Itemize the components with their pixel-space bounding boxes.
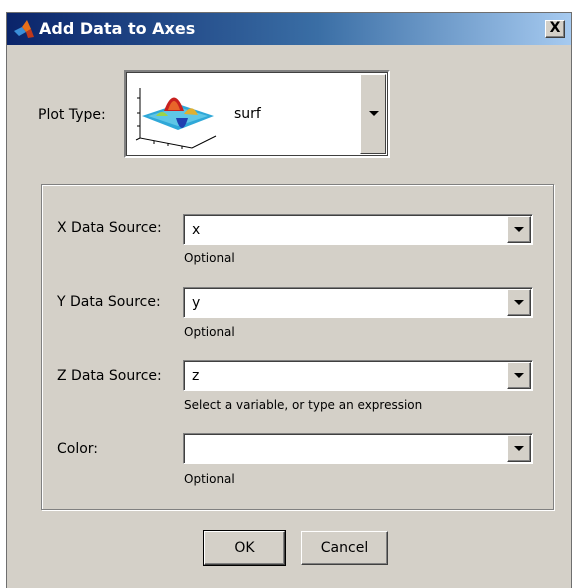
y-data-source-combo[interactable] (183, 287, 533, 318)
chevron-down-icon (369, 111, 379, 116)
y-data-source-dropdown-button[interactable] (507, 289, 531, 316)
plot-type-value: surf (234, 106, 261, 122)
y-data-source-label: Y Data Source: (57, 294, 161, 310)
matlab-logo-icon (14, 20, 34, 38)
z-data-source-combo[interactable] (183, 360, 533, 391)
z-data-source-hint: Select a variable, or type an expression (184, 398, 423, 412)
x-data-source-hint: Optional (184, 251, 235, 265)
chevron-down-icon (514, 227, 524, 232)
x-data-source-combo[interactable] (183, 214, 533, 245)
z-data-source-dropdown-button[interactable] (507, 362, 531, 389)
plot-type-selector[interactable]: surf (124, 70, 390, 158)
window-title: Add Data to Axes (39, 19, 196, 38)
title-bar[interactable]: Add Data to Axes X (7, 13, 571, 45)
x-data-source-dropdown-button[interactable] (507, 216, 531, 243)
y-data-source-hint: Optional (184, 325, 235, 339)
close-button[interactable]: X (545, 20, 565, 38)
ok-button[interactable]: OK (203, 530, 286, 566)
color-dropdown-button[interactable] (507, 435, 531, 462)
close-icon: X (549, 20, 561, 36)
color-label: Color: (57, 441, 99, 457)
y-data-source-input[interactable] (187, 290, 507, 315)
chevron-down-icon (514, 300, 524, 305)
color-input[interactable] (187, 436, 507, 461)
x-data-source-input[interactable] (187, 217, 507, 242)
x-data-source-label: X Data Source: (57, 220, 162, 236)
add-data-dialog: Add Data to Axes X Plot Type: surf X Dat… (6, 12, 572, 588)
color-combo[interactable] (183, 433, 533, 464)
z-data-source-label: Z Data Source: (57, 368, 162, 384)
color-hint: Optional (184, 472, 235, 486)
plot-type-dropdown-button[interactable] (360, 74, 386, 154)
chevron-down-icon (514, 373, 524, 378)
z-data-source-input[interactable] (187, 363, 507, 388)
chevron-down-icon (514, 446, 524, 451)
surf-plot-thumbnail-icon (135, 88, 217, 149)
cancel-button[interactable]: Cancel (301, 531, 388, 565)
plot-type-label: Plot Type: (38, 107, 106, 123)
